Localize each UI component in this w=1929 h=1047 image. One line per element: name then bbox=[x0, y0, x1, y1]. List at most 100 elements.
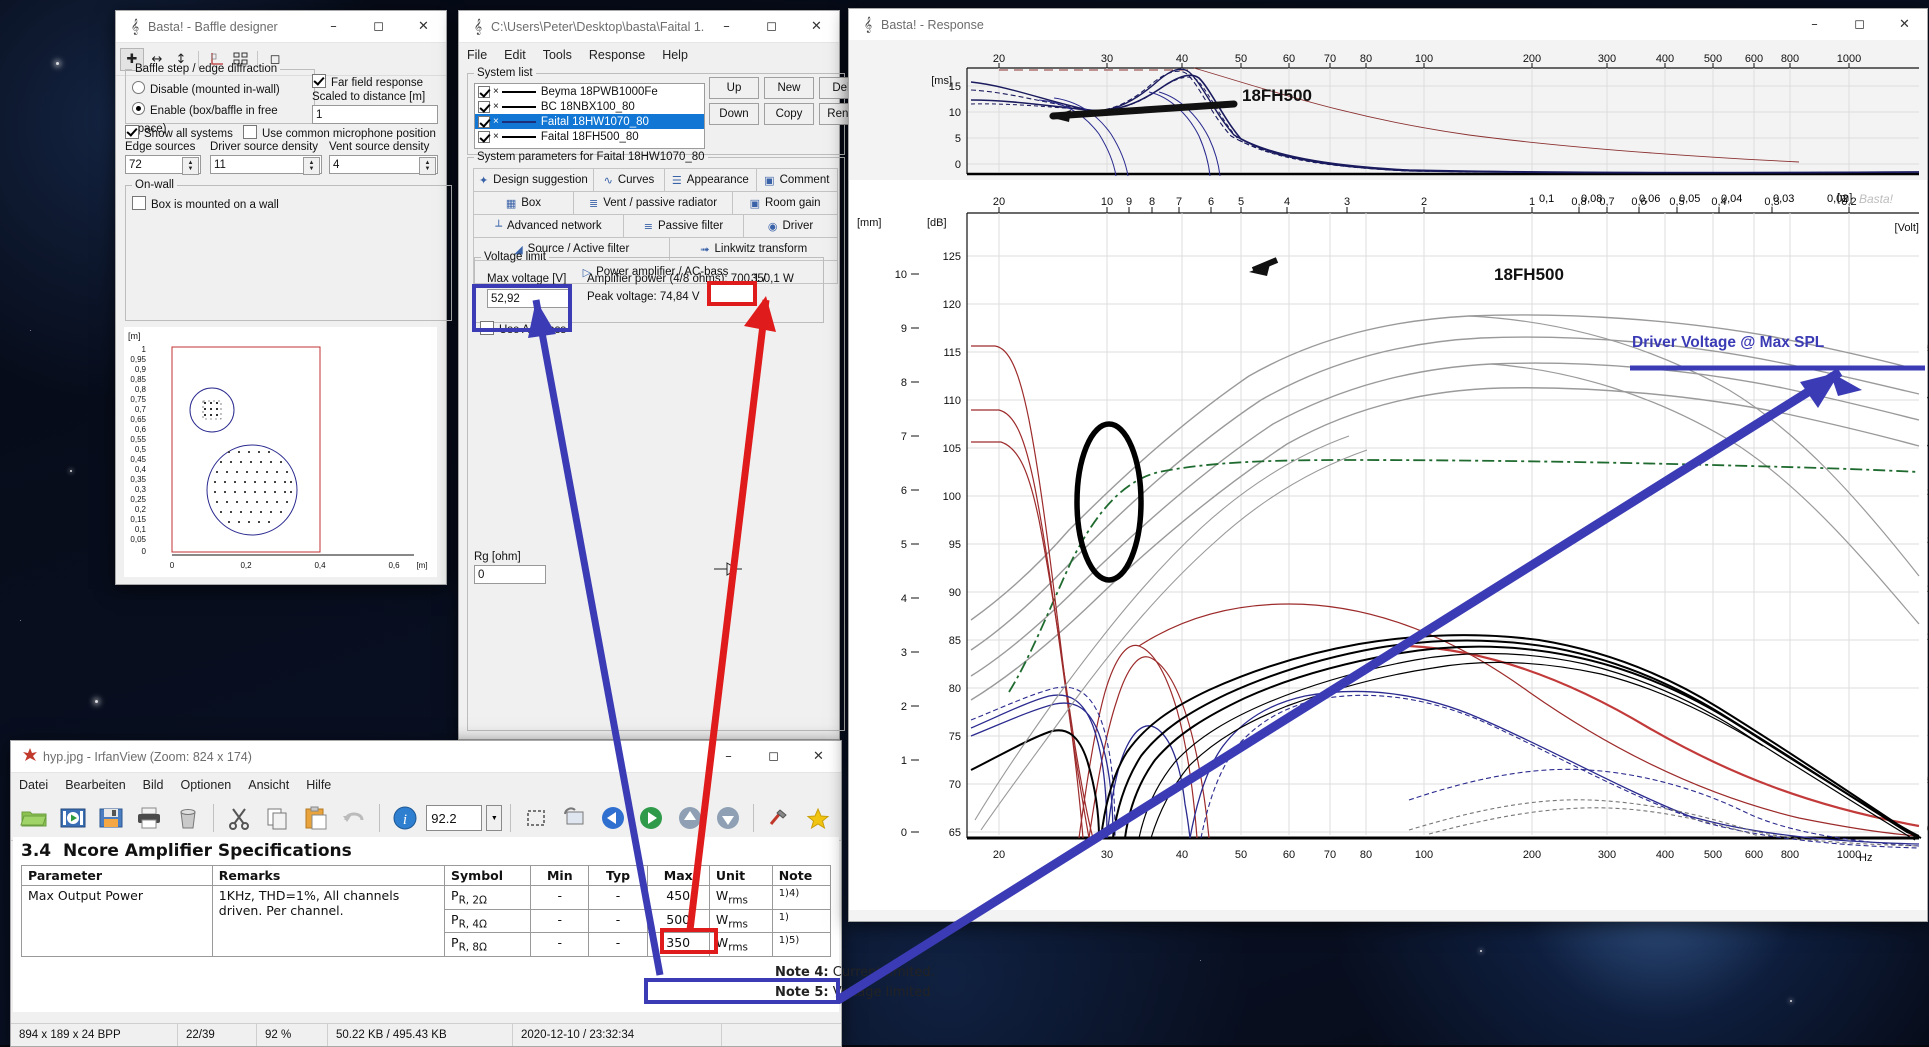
spl-response-plot[interactable]: 20 10 9 876 543 2 1 0,8 0,7 0,6 0,5 0,4 0,3 0,2 … bbox=[849, 180, 1929, 910]
button-new[interactable]: New bbox=[764, 77, 814, 99]
vent-density-stepper[interactable]: ▲ ▼ bbox=[419, 157, 436, 175]
menu-file[interactable]: File bbox=[467, 48, 487, 62]
close-button[interactable]: ✕ bbox=[401, 11, 446, 42]
tab-advanced-network[interactable]: ┴ Advanced network bbox=[473, 214, 624, 238]
cut-icon[interactable] bbox=[222, 801, 256, 835]
delete-icon[interactable] bbox=[170, 801, 204, 835]
rotate-up-icon[interactable] bbox=[673, 801, 707, 835]
minimize-button[interactable]: – bbox=[704, 11, 749, 42]
edge-sources-input[interactable]: 72 ▲ ▼ bbox=[125, 155, 201, 175]
menu-bild[interactable]: Bild bbox=[143, 778, 164, 792]
tabrow-2[interactable]: ▦ Box ≣ Vent / passive radiator ▣ Room g… bbox=[473, 191, 838, 215]
baffle-plot[interactable]: [m] 1 0,95 0,9 0,85 0,8 0,75 0,7 0,65 0,… bbox=[124, 327, 437, 577]
system-checkbox[interactable] bbox=[478, 85, 490, 98]
tab-box[interactable]: ▦ Box bbox=[473, 191, 574, 215]
group-delay-plot[interactable]: 20 30 40 50 60 70 80 100 200 300 400 500 600 800 1… bbox=[849, 40, 1927, 180]
system-checkbox[interactable] bbox=[478, 130, 490, 143]
titlebar-irfanview[interactable]: hyp.jpg - IrfanView (Zoom: 824 x 174) – … bbox=[11, 741, 841, 773]
info-icon[interactable]: i bbox=[388, 801, 422, 835]
radio-disable-row[interactable]: Disable (mounted in-wall) bbox=[132, 80, 308, 98]
button-up[interactable]: Up bbox=[709, 77, 759, 99]
system-list[interactable]: × Beyma 18PWB1000Fe × BC 18NBX100_80 × F… bbox=[474, 83, 705, 149]
vent-density-input[interactable]: 4 ▲ ▼ bbox=[329, 155, 438, 175]
menu-datei[interactable]: Datei bbox=[19, 778, 48, 792]
driver-density-input[interactable]: 11 ▲ ▼ bbox=[210, 155, 322, 175]
slideshow-icon[interactable] bbox=[55, 801, 89, 835]
menubar-irfanview[interactable]: Datei Bearbeiten Bild Optionen Ansicht H… bbox=[11, 773, 841, 796]
tab-vent-passive-radiator[interactable]: ≣ Vent / passive radiator bbox=[572, 191, 734, 215]
favorites-icon[interactable] bbox=[801, 801, 835, 835]
minimize-button[interactable]: – bbox=[311, 11, 356, 42]
tab-passive-filter[interactable]: ≡ Passive filter bbox=[622, 214, 745, 238]
system-checkbox[interactable] bbox=[478, 115, 490, 128]
show-all-systems-checkbox[interactable] bbox=[125, 125, 139, 139]
irfanview-toolbar[interactable]: i 92.2 ▼ bbox=[11, 796, 841, 841]
window-basta-response[interactable]: 𝄞 Basta! - Response – ◻ ✕ 20 30 40 50 60 70 … bbox=[848, 8, 1929, 922]
edge-sources-stepper[interactable]: ▲ ▼ bbox=[182, 157, 199, 175]
tab-appearance[interactable]: ☰ Appearance bbox=[664, 168, 757, 192]
titlebar-basta[interactable]: 𝄞 C:\Users\Peter\Desktop\basta\Faital 1.… bbox=[459, 11, 839, 43]
maximize-button[interactable]: ◻ bbox=[751, 741, 796, 772]
minimize-button[interactable]: – bbox=[1792, 9, 1837, 40]
zoom-dropdown-icon[interactable]: ▼ bbox=[486, 805, 503, 831]
radio-enable-indicator[interactable] bbox=[132, 102, 145, 115]
close-button[interactable]: ✕ bbox=[794, 11, 839, 42]
menu-edit[interactable]: Edit bbox=[504, 48, 526, 62]
rotate-down-icon[interactable] bbox=[711, 801, 745, 835]
titlebar-response[interactable]: 𝄞 Basta! - Response – ◻ ✕ bbox=[849, 9, 1927, 41]
list-item-selected[interactable]: × Faital 18HW1070_80 bbox=[475, 114, 704, 129]
open-icon[interactable] bbox=[17, 801, 51, 835]
previous-icon[interactable] bbox=[596, 801, 630, 835]
menubar-basta[interactable]: File Edit Tools Response Help bbox=[459, 43, 839, 66]
window-basta-main[interactable]: 𝄞 C:\Users\Peter\Desktop\basta\Faital 1.… bbox=[458, 10, 879, 740]
on-wall-row[interactable]: Box is mounted on a wall bbox=[132, 195, 445, 213]
rg-input[interactable]: 0 bbox=[474, 565, 546, 584]
menu-hilfe[interactable]: Hilfe bbox=[306, 778, 331, 792]
use-common-mic-row[interactable]: Use common microphone position bbox=[243, 124, 436, 142]
undo-icon[interactable] bbox=[337, 801, 371, 835]
close-button[interactable]: ✕ bbox=[1882, 9, 1927, 40]
minimize-button[interactable]: – bbox=[706, 741, 751, 772]
save-icon[interactable] bbox=[94, 801, 128, 835]
list-item[interactable]: × Beyma 18PWB1000Fe bbox=[475, 84, 704, 99]
button-copy[interactable]: Copy bbox=[764, 103, 814, 125]
menu-ansicht[interactable]: Ansicht bbox=[248, 778, 289, 792]
button-down[interactable]: Down bbox=[709, 103, 759, 125]
maximize-button[interactable]: ◻ bbox=[356, 11, 401, 42]
paste-icon[interactable] bbox=[298, 801, 332, 835]
copy-icon[interactable] bbox=[260, 801, 294, 835]
titlebar-baffle[interactable]: 𝄞 Basta! - Baffle designer – ◻ ✕ bbox=[116, 11, 446, 43]
driver-density-stepper[interactable]: ▲ ▼ bbox=[303, 157, 320, 175]
far-field-checkbox[interactable] bbox=[312, 74, 326, 88]
print-icon[interactable] bbox=[132, 801, 166, 835]
rotate-left-icon[interactable] bbox=[558, 801, 592, 835]
scaled-distance-input[interactable]: 1 bbox=[312, 105, 438, 124]
radio-disable-indicator[interactable] bbox=[132, 81, 145, 94]
system-checkbox[interactable] bbox=[478, 100, 490, 113]
tab-curves[interactable]: ∿ Curves bbox=[592, 168, 666, 192]
menu-help[interactable]: Help bbox=[662, 48, 688, 62]
tab-room-gain[interactable]: ▣ Room gain bbox=[732, 191, 838, 215]
on-wall-checkbox[interactable] bbox=[132, 196, 146, 210]
next-icon[interactable] bbox=[634, 801, 668, 835]
close-button[interactable]: ✕ bbox=[796, 741, 841, 772]
effects-icon[interactable] bbox=[762, 801, 796, 835]
list-item[interactable]: × BC 18NBX100_80 bbox=[475, 99, 704, 114]
list-item[interactable]: × Faital 18FH500_80 bbox=[475, 129, 704, 144]
window-baffle-designer[interactable]: 𝄞 Basta! - Baffle designer – ◻ ✕ ✚ ↔ ↕ ◻… bbox=[115, 10, 452, 585]
menu-response[interactable]: Response bbox=[589, 48, 645, 62]
tabrow-3[interactable]: ┴ Advanced network ≡ Passive filter ◉ Dr… bbox=[473, 214, 838, 238]
menu-bearbeiten[interactable]: Bearbeiten bbox=[65, 778, 125, 792]
tab-comment[interactable]: ▣ Comment bbox=[755, 168, 838, 192]
far-field-row[interactable]: Far field response bbox=[312, 73, 423, 91]
tab-driver[interactable]: ◉ Driver bbox=[743, 214, 838, 238]
menu-tools[interactable]: Tools bbox=[543, 48, 572, 62]
show-all-systems-row[interactable]: Show all systems bbox=[125, 124, 233, 142]
tab-design-suggestion[interactable]: ✦ Design suggestion bbox=[473, 168, 594, 192]
maximize-button[interactable]: ◻ bbox=[749, 11, 794, 42]
maximize-button[interactable]: ◻ bbox=[1837, 9, 1882, 40]
crop-icon[interactable] bbox=[519, 801, 553, 835]
menu-optionen[interactable]: Optionen bbox=[181, 778, 232, 792]
tabrow-1[interactable]: ✦ Design suggestion ∿ Curves ☰ Appearanc… bbox=[473, 168, 838, 192]
use-common-mic-checkbox[interactable] bbox=[243, 125, 257, 139]
